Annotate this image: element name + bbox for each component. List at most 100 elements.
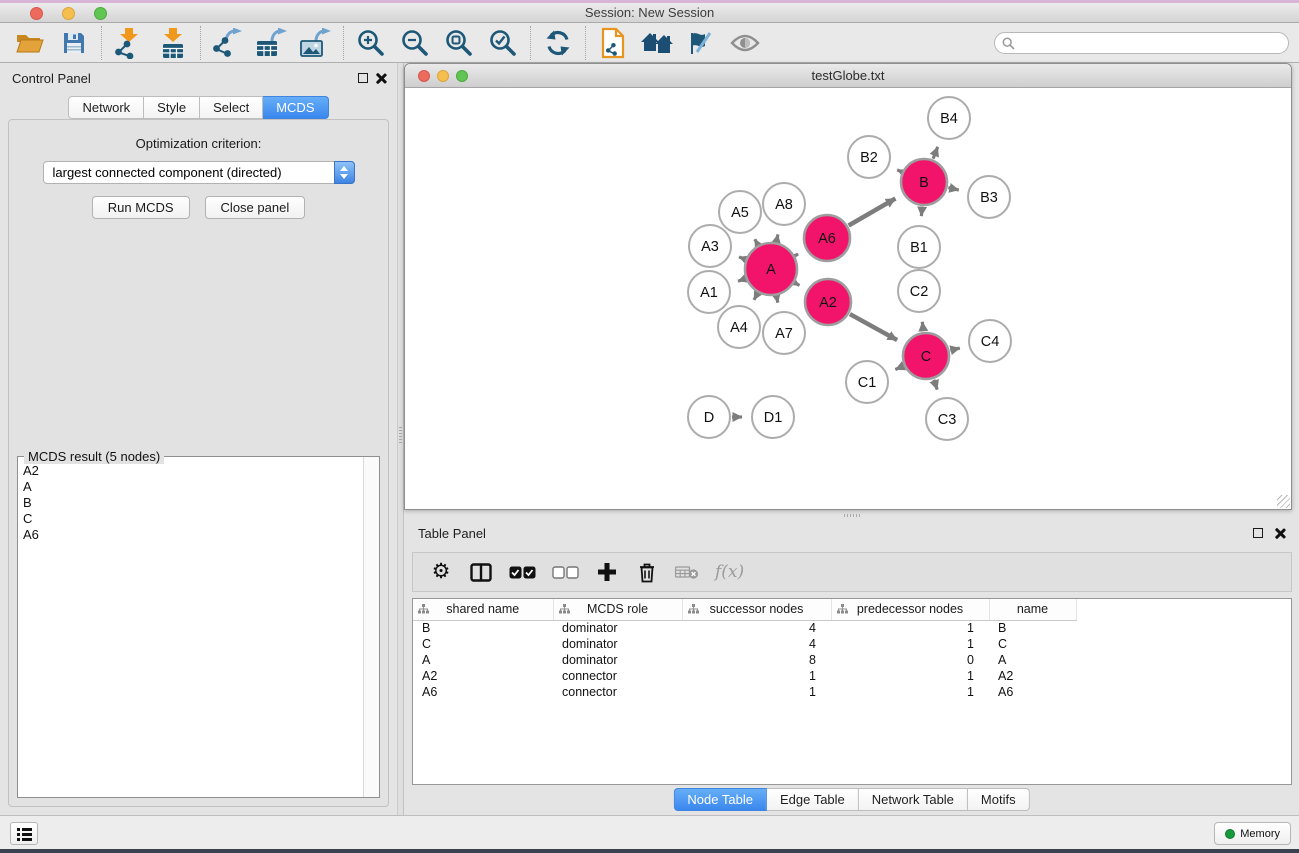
tab-style[interactable]: Style: [144, 96, 200, 119]
mcds-result-title: MCDS result (5 nodes): [24, 449, 164, 464]
float-table-panel-icon[interactable]: [1253, 528, 1263, 538]
tab-mcds[interactable]: MCDS: [263, 96, 328, 119]
desktop-edge-bottom: [0, 849, 1299, 853]
result-scrollbar[interactable]: [363, 457, 379, 797]
graph-edge[interactable]: [950, 348, 959, 350]
task-history-button[interactable]: [10, 822, 38, 845]
optimization-criterion-dropdown[interactable]: largest connected component (directed): [43, 161, 355, 184]
delete-table-button[interactable]: [675, 558, 699, 586]
tab-network[interactable]: Network: [68, 96, 144, 119]
column-header-successor-nodes[interactable]: successor nodes: [682, 599, 831, 620]
export-image-button[interactable]: [298, 26, 334, 60]
graph-edge[interactable]: [777, 296, 778, 302]
graph-edge[interactable]: [897, 170, 901, 172]
select-all-columns-button[interactable]: [509, 558, 536, 586]
graph-node-label: C1: [858, 375, 877, 391]
function-builder-button[interactable]: f(x): [715, 558, 744, 586]
graph-node-label: B2: [860, 150, 878, 166]
network-graph[interactable]: B4B2BB3A8A5A6A3B1AC2A1A2A4A7C4CC1DD1C3: [405, 88, 1291, 509]
create-column-button[interactable]: [595, 558, 619, 586]
column-header-mcds-role[interactable]: MCDS role: [553, 599, 682, 620]
graph-edge[interactable]: [754, 294, 757, 300]
column-header-name[interactable]: name: [989, 599, 1076, 620]
network-view-title: testGlobe.txt: [405, 68, 1291, 83]
zoom-out-button[interactable]: [397, 26, 433, 60]
unselect-all-columns-button[interactable]: [552, 558, 579, 586]
network-from-file-button[interactable]: [595, 26, 631, 60]
hide-details-button[interactable]: [727, 26, 763, 60]
column-header-shared-name[interactable]: shared name: [413, 599, 553, 620]
graph-edge[interactable]: [948, 188, 958, 190]
table-row[interactable]: A6connector 11 A6: [413, 684, 1094, 700]
table-row[interactable]: Bdominator 41 B: [413, 620, 1094, 636]
trash-icon: [638, 562, 656, 583]
graph-node-label: D1: [764, 410, 783, 426]
tab-node-table[interactable]: Node Table: [673, 788, 767, 811]
graph-edge[interactable]: [850, 314, 897, 340]
import-table-icon: [158, 27, 188, 59]
graph-edge[interactable]: [921, 207, 922, 216]
graph-node-label: B4: [940, 111, 958, 127]
network-window-titlebar[interactable]: testGlobe.txt: [405, 64, 1291, 88]
graph-edge[interactable]: [895, 366, 903, 369]
export-table-button[interactable]: [254, 26, 290, 60]
export-network-button[interactable]: [210, 26, 246, 60]
graph-edge[interactable]: [849, 198, 896, 225]
import-network-button[interactable]: [111, 26, 147, 60]
unchecked-boxes-icon: [552, 566, 579, 579]
resize-grip-icon[interactable]: [1277, 495, 1290, 508]
zoom-fit-button[interactable]: [441, 26, 477, 60]
graph-node-label: B: [919, 175, 929, 191]
search-field[interactable]: [994, 32, 1289, 54]
show-columns-button[interactable]: [469, 558, 493, 586]
import-table-button[interactable]: [155, 26, 191, 60]
graph-node-label: A4: [730, 320, 748, 336]
search-input[interactable]: [1019, 34, 1288, 52]
save-session-button[interactable]: [56, 26, 92, 60]
delete-column-button[interactable]: [635, 558, 659, 586]
home-button[interactable]: [639, 26, 675, 60]
tab-edge-table[interactable]: Edge Table: [767, 788, 859, 811]
graph-edge[interactable]: [933, 147, 938, 159]
column-header-predecessor-nodes[interactable]: predecessor nodes: [831, 599, 989, 620]
graph-edge[interactable]: [738, 279, 745, 281]
horizontal-splitter[interactable]: [404, 510, 1299, 520]
table-panel-title: Table Panel: [418, 526, 486, 541]
refresh-button[interactable]: [540, 26, 576, 60]
graph-node-label: A6: [818, 231, 836, 247]
open-session-button[interactable]: [12, 26, 48, 60]
graph-edge[interactable]: [922, 322, 923, 331]
node-table: shared name MCDS role successor nodes pr…: [412, 598, 1292, 785]
tab-network-table[interactable]: Network Table: [859, 788, 968, 811]
result-item: A2: [23, 463, 379, 479]
vertical-splitter[interactable]: [397, 63, 404, 815]
table-settings-button[interactable]: ⚙: [429, 558, 453, 586]
show-graphics-details-button[interactable]: [683, 26, 719, 60]
zoom-selected-button[interactable]: [485, 26, 521, 60]
table-tabs: Node Table Edge Table Network Table Moti…: [673, 788, 1029, 811]
memory-button[interactable]: Memory: [1214, 822, 1291, 845]
float-panel-icon[interactable]: [358, 73, 368, 83]
graph-edge[interactable]: [795, 283, 799, 285]
tab-motifs[interactable]: Motifs: [968, 788, 1030, 811]
memory-label: Memory: [1240, 828, 1280, 840]
table-row[interactable]: Cdominator 41 C: [413, 636, 1094, 652]
graph-edge[interactable]: [739, 257, 745, 259]
network-canvas[interactable]: B4B2BB3A8A5A6A3B1AC2A1A2A4A7C4CC1DD1C3: [405, 88, 1291, 509]
graph-edge[interactable]: [755, 239, 758, 244]
close-panel-icon[interactable]: [375, 73, 386, 84]
graph-edge[interactable]: [934, 380, 937, 390]
save-floppy-icon: [62, 31, 86, 55]
run-mcds-button[interactable]: Run MCDS: [92, 196, 190, 219]
search-icon: [1002, 37, 1015, 50]
mcds-result-list[interactable]: A2 A B C A6: [18, 457, 379, 797]
tab-select[interactable]: Select: [200, 96, 263, 119]
toolbar-separator: [343, 26, 344, 60]
close-panel-button[interactable]: Close panel: [205, 196, 306, 219]
graph-edge[interactable]: [776, 234, 777, 241]
table-row[interactable]: A2connector 11 A2: [413, 668, 1094, 684]
graph-edge[interactable]: [795, 254, 798, 255]
zoom-in-button[interactable]: [353, 26, 389, 60]
close-table-panel-icon[interactable]: [1274, 528, 1285, 539]
table-row[interactable]: Adominator 80 A: [413, 652, 1094, 668]
